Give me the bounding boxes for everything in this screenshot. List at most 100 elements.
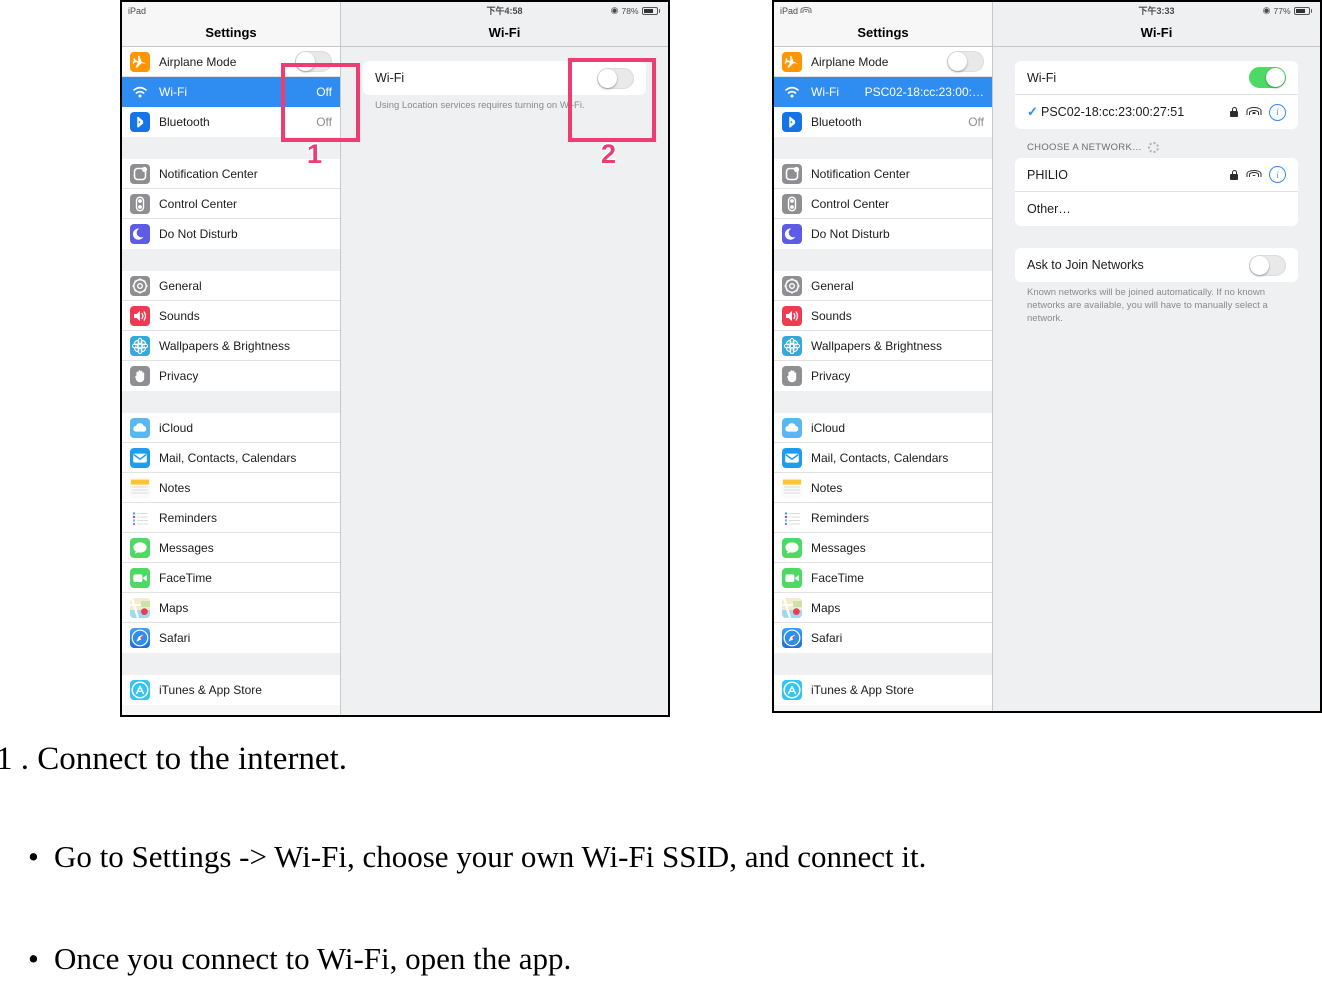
sidebar-item-facetime[interactable]: FaceTime [122, 563, 340, 593]
status-bar-right: iPad [774, 2, 992, 19]
sidebar-item-mail-contacts-calendars[interactable]: Mail, Contacts, Calendars [122, 443, 340, 473]
sidebar-item-wi-fi[interactable]: Wi-Fi Off [122, 77, 340, 107]
sidebar-item-label: Reminders [811, 510, 870, 525]
control-center-icon [782, 193, 802, 214]
bullet-glyph: • [28, 941, 39, 976]
info-icon[interactable]: i [1269, 103, 1286, 121]
airplane-mode-toggle[interactable] [295, 51, 332, 72]
sidebar-item-maps[interactable]: Maps [774, 593, 992, 623]
sidebar-item-itunes-app-store[interactable]: iTunes & App Store [122, 675, 340, 705]
ask-to-join-toggle[interactable] [1249, 254, 1286, 276]
notification-center-icon [782, 163, 802, 184]
instruction-bullet-1: • Go to Settings -> Wi-Fi, choose your ow… [28, 839, 926, 875]
facetime-icon [130, 567, 150, 588]
sidebar-item-maps[interactable]: Maps [122, 593, 340, 623]
ask-to-join-label: Ask to Join Networks [1027, 258, 1144, 272]
status-bar-left: iPad [122, 2, 340, 19]
sidebar-item-label: Control Center [811, 196, 890, 211]
sidebar-item-value: Off [316, 115, 332, 129]
settings-group: iTunes & App Store [774, 675, 992, 705]
info-icon[interactable]: i [1269, 166, 1286, 183]
sidebar-item-label: Sounds [811, 308, 852, 323]
sidebar-item-safari[interactable]: Safari [774, 623, 992, 653]
settings-group-separator [774, 653, 992, 675]
sidebar-item-bluetooth[interactable]: Bluetooth Off [774, 107, 992, 137]
network-row-other[interactable]: Other… [1015, 192, 1298, 226]
instruction-bullet-1-text: Go to Settings -> Wi-Fi, choose your own… [54, 839, 927, 874]
ask-to-join-row[interactable]: Ask to Join Networks [1015, 248, 1298, 282]
sidebar-item-label: Wallpapers & Brightness [811, 338, 942, 353]
sidebar-item-icloud[interactable]: iCloud [774, 413, 992, 443]
maps-icon [130, 597, 150, 618]
sidebar-item-label: Reminders [159, 510, 218, 525]
maps-icon [782, 597, 802, 618]
sidebar-item-notification-center[interactable]: Notification Center [774, 159, 992, 189]
status-bar-detail-right: 下午3:33 ◉ 77% [993, 2, 1320, 19]
sidebar-item-value: Off [316, 84, 332, 99]
sidebar-item-do-not-disturb[interactable]: Do Not Disturb [774, 219, 992, 249]
settings-group: iCloud Mail, Contacts, Calendars Notes Remi… [774, 413, 992, 653]
settings-group-separator [774, 391, 992, 413]
sidebar-item-mail-contacts-calendars[interactable]: Mail, Contacts, Calendars [774, 443, 992, 473]
sidebar-item-itunes-app-store[interactable]: iTunes & App Store [774, 675, 992, 705]
sidebar-item-bluetooth[interactable]: Bluetooth Off [122, 107, 340, 137]
wifi-toggle-card-right: Wi-Fi ✓ PSC02-18:cc:23:00:27:51 i [1015, 61, 1298, 129]
sidebar-item-control-center[interactable]: Control Center [774, 189, 992, 219]
sidebar-item-notes[interactable]: Notes [774, 473, 992, 503]
sidebar-item-sounds[interactable]: Sounds [774, 301, 992, 331]
lock-icon [1230, 107, 1238, 117]
sidebar-item-label: Do Not Disturb [159, 227, 238, 241]
wallpapers-icon [782, 335, 802, 356]
settings-group-separator [774, 249, 992, 271]
sidebar-item-icloud[interactable]: iCloud [122, 413, 340, 443]
network-row-philio[interactable]: PHILIO i [1015, 158, 1298, 192]
sidebar-item-label: Wi-Fi [159, 84, 187, 99]
sidebar-item-wi-fi[interactable]: Wi-Fi PSC02-18:cc:23:00:… [774, 77, 992, 107]
battery-icon [1293, 6, 1312, 15]
app-store-icon [130, 680, 150, 700]
gear-icon [130, 275, 150, 296]
detail-title-left: Wi-Fi [341, 19, 668, 47]
sidebar-item-privacy[interactable]: Privacy [774, 361, 992, 391]
mail-icon [782, 447, 802, 468]
sidebar-item-privacy[interactable]: Privacy [122, 361, 340, 391]
settings-group: General Sounds Wallpapers & Brightness Priv… [774, 271, 992, 391]
sidebar-item-reminders[interactable]: Reminders [122, 503, 340, 533]
wifi-toggle-switch[interactable] [1249, 67, 1286, 88]
app-store-icon [782, 680, 802, 700]
wifi-row-label: Wi-Fi [375, 71, 405, 85]
sidebar-item-label: General [159, 278, 202, 293]
wifi-signal-icon [1246, 169, 1261, 180]
connected-network-row[interactable]: ✓ PSC02-18:cc:23:00:27:51 i [1015, 95, 1298, 129]
sidebar-item-messages[interactable]: Messages [774, 533, 992, 563]
messages-icon [782, 537, 802, 558]
wifi-toggle-row-right[interactable]: Wi-Fi [1015, 61, 1298, 95]
sidebar-item-airplane-mode[interactable]: Airplane Mode [122, 47, 340, 77]
settings-sidebar-right: iPad Settings Airplane Mode Wi-Fi PSC02-18… [774, 2, 993, 711]
checkmark-icon: ✓ [1027, 104, 1038, 119]
choose-network-label: CHOOSE A NETWORK… [1027, 142, 1142, 153]
settings-group-separator [122, 249, 340, 271]
sidebar-item-label: Bluetooth [811, 115, 862, 129]
sidebar-item-safari[interactable]: Safari [122, 623, 340, 653]
sidebar-item-sounds[interactable]: Sounds [122, 301, 340, 331]
sidebar-item-label: Maps [159, 600, 189, 615]
do-not-disturb-icon [130, 224, 150, 244]
sidebar-item-general[interactable]: General [774, 271, 992, 301]
sidebar-item-airplane-mode[interactable]: Airplane Mode [774, 47, 992, 77]
wifi-location-footnote: Using Location services requires turning… [375, 100, 585, 111]
sidebar-item-notes[interactable]: Notes [122, 473, 340, 503]
sidebar-item-messages[interactable]: Messages [122, 533, 340, 563]
wifi-toggle-row-left[interactable]: Wi-Fi [363, 61, 646, 95]
sidebar-item-wallpapers-brightness[interactable]: Wallpapers & Brightness [122, 331, 340, 361]
sidebar-item-general[interactable]: General [122, 271, 340, 301]
sidebar-item-facetime[interactable]: FaceTime [774, 563, 992, 593]
wifi-toggle-switch[interactable] [597, 67, 634, 89]
sidebar-item-wallpapers-brightness[interactable]: Wallpapers & Brightness [774, 331, 992, 361]
settings-group: Airplane Mode Wi-Fi PSC02-18:cc:23:00:… Blu… [774, 47, 992, 137]
airplane-icon [130, 51, 150, 72]
sidebar-item-control-center[interactable]: Control Center [122, 189, 340, 219]
sidebar-item-reminders[interactable]: Reminders [774, 503, 992, 533]
sidebar-item-do-not-disturb[interactable]: Do Not Disturb [122, 219, 340, 249]
airplane-mode-toggle[interactable] [947, 51, 984, 72]
